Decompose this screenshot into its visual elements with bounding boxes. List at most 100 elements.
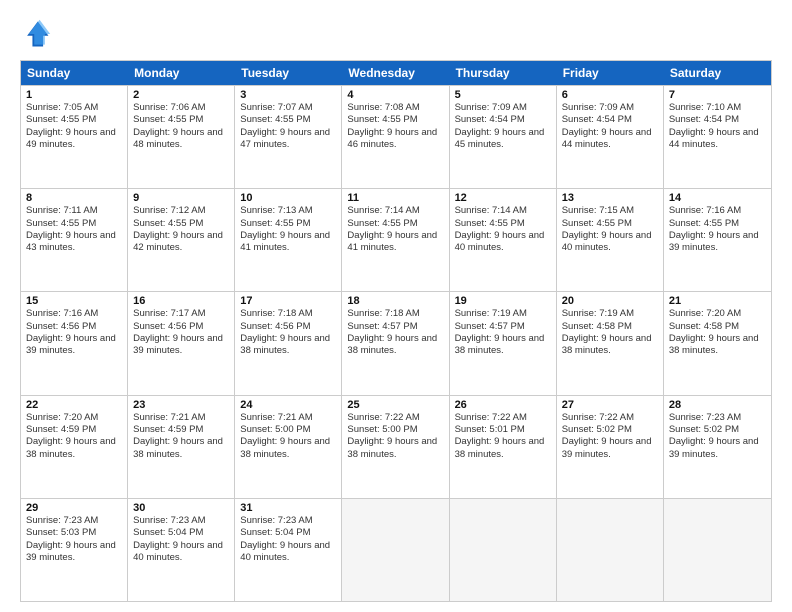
day-cell-29: 29 Sunrise: 7:23 AM Sunset: 5:03 PM Dayl… (21, 499, 128, 601)
sunset-line: Sunset: 5:01 PM (455, 424, 551, 436)
calendar-week-4: 22 Sunrise: 7:20 AM Sunset: 4:59 PM Dayl… (21, 395, 771, 498)
sunrise-line: Sunrise: 7:10 AM (669, 102, 766, 114)
daylight-line: Daylight: 9 hours and 38 minutes. (240, 333, 336, 358)
daylight-line: Daylight: 9 hours and 38 minutes. (240, 436, 336, 461)
daylight-line: Daylight: 9 hours and 44 minutes. (562, 127, 658, 152)
sunset-line: Sunset: 5:02 PM (562, 424, 658, 436)
sunset-line: Sunset: 4:55 PM (455, 218, 551, 230)
day-cell-22: 22 Sunrise: 7:20 AM Sunset: 4:59 PM Dayl… (21, 396, 128, 498)
day-number: 11 (347, 192, 443, 204)
day-cell-17: 17 Sunrise: 7:18 AM Sunset: 4:56 PM Dayl… (235, 292, 342, 394)
calendar-week-3: 15 Sunrise: 7:16 AM Sunset: 4:56 PM Dayl… (21, 291, 771, 394)
empty-cell (342, 499, 449, 601)
day-number: 9 (133, 192, 229, 204)
day-cell-8: 8 Sunrise: 7:11 AM Sunset: 4:55 PM Dayli… (21, 189, 128, 291)
sunrise-line: Sunrise: 7:21 AM (240, 412, 336, 424)
day-number: 4 (347, 89, 443, 101)
sunrise-line: Sunrise: 7:22 AM (455, 412, 551, 424)
header (20, 18, 772, 50)
daylight-line: Daylight: 9 hours and 48 minutes. (133, 127, 229, 152)
sunset-line: Sunset: 4:56 PM (133, 321, 229, 333)
day-number: 25 (347, 399, 443, 411)
day-number: 28 (669, 399, 766, 411)
sunset-line: Sunset: 4:58 PM (562, 321, 658, 333)
daylight-line: Daylight: 9 hours and 38 minutes. (455, 333, 551, 358)
sunrise-line: Sunrise: 7:07 AM (240, 102, 336, 114)
calendar-body: 1 Sunrise: 7:05 AM Sunset: 4:55 PM Dayli… (21, 85, 771, 601)
day-number: 8 (26, 192, 122, 204)
daylight-line: Daylight: 9 hours and 45 minutes. (455, 127, 551, 152)
empty-cell (557, 499, 664, 601)
daylight-line: Daylight: 9 hours and 38 minutes. (669, 333, 766, 358)
day-cell-1: 1 Sunrise: 7:05 AM Sunset: 4:55 PM Dayli… (21, 86, 128, 188)
logo-icon (20, 18, 52, 50)
sunrise-line: Sunrise: 7:13 AM (240, 205, 336, 217)
day-number: 2 (133, 89, 229, 101)
sunrise-line: Sunrise: 7:23 AM (240, 515, 336, 527)
sunrise-line: Sunrise: 7:08 AM (347, 102, 443, 114)
sunrise-line: Sunrise: 7:21 AM (133, 412, 229, 424)
daylight-line: Daylight: 9 hours and 39 minutes. (133, 333, 229, 358)
day-cell-20: 20 Sunrise: 7:19 AM Sunset: 4:58 PM Dayl… (557, 292, 664, 394)
daylight-line: Daylight: 9 hours and 38 minutes. (562, 333, 658, 358)
sunset-line: Sunset: 4:56 PM (26, 321, 122, 333)
sunset-line: Sunset: 5:00 PM (240, 424, 336, 436)
sunset-line: Sunset: 4:57 PM (347, 321, 443, 333)
day-cell-19: 19 Sunrise: 7:19 AM Sunset: 4:57 PM Dayl… (450, 292, 557, 394)
day-cell-9: 9 Sunrise: 7:12 AM Sunset: 4:55 PM Dayli… (128, 189, 235, 291)
day-header-saturday: Saturday (664, 61, 771, 85)
sunrise-line: Sunrise: 7:11 AM (26, 205, 122, 217)
day-cell-16: 16 Sunrise: 7:17 AM Sunset: 4:56 PM Dayl… (128, 292, 235, 394)
sunset-line: Sunset: 4:58 PM (669, 321, 766, 333)
daylight-line: Daylight: 9 hours and 46 minutes. (347, 127, 443, 152)
sunrise-line: Sunrise: 7:22 AM (347, 412, 443, 424)
sunrise-line: Sunrise: 7:20 AM (669, 308, 766, 320)
daylight-line: Daylight: 9 hours and 49 minutes. (26, 127, 122, 152)
sunset-line: Sunset: 5:03 PM (26, 527, 122, 539)
sunset-line: Sunset: 4:59 PM (26, 424, 122, 436)
day-number: 6 (562, 89, 658, 101)
day-number: 23 (133, 399, 229, 411)
daylight-line: Daylight: 9 hours and 39 minutes. (669, 436, 766, 461)
sunrise-line: Sunrise: 7:09 AM (455, 102, 551, 114)
sunset-line: Sunset: 5:02 PM (669, 424, 766, 436)
sunset-line: Sunset: 4:55 PM (347, 218, 443, 230)
sunset-line: Sunset: 4:54 PM (455, 114, 551, 126)
day-cell-6: 6 Sunrise: 7:09 AM Sunset: 4:54 PM Dayli… (557, 86, 664, 188)
day-header-monday: Monday (128, 61, 235, 85)
daylight-line: Daylight: 9 hours and 41 minutes. (347, 230, 443, 255)
day-header-friday: Friday (557, 61, 664, 85)
day-cell-28: 28 Sunrise: 7:23 AM Sunset: 5:02 PM Dayl… (664, 396, 771, 498)
daylight-line: Daylight: 9 hours and 41 minutes. (240, 230, 336, 255)
daylight-line: Daylight: 9 hours and 39 minutes. (26, 333, 122, 358)
sunrise-line: Sunrise: 7:23 AM (26, 515, 122, 527)
day-number: 12 (455, 192, 551, 204)
calendar-week-2: 8 Sunrise: 7:11 AM Sunset: 4:55 PM Dayli… (21, 188, 771, 291)
calendar-week-5: 29 Sunrise: 7:23 AM Sunset: 5:03 PM Dayl… (21, 498, 771, 601)
sunset-line: Sunset: 5:04 PM (133, 527, 229, 539)
sunrise-line: Sunrise: 7:19 AM (562, 308, 658, 320)
day-number: 13 (562, 192, 658, 204)
sunset-line: Sunset: 4:54 PM (562, 114, 658, 126)
day-number: 21 (669, 295, 766, 307)
daylight-line: Daylight: 9 hours and 39 minutes. (562, 436, 658, 461)
day-number: 7 (669, 89, 766, 101)
logo (20, 18, 56, 50)
day-cell-2: 2 Sunrise: 7:06 AM Sunset: 4:55 PM Dayli… (128, 86, 235, 188)
daylight-line: Daylight: 9 hours and 38 minutes. (347, 436, 443, 461)
sunset-line: Sunset: 4:55 PM (26, 218, 122, 230)
sunset-line: Sunset: 4:55 PM (240, 114, 336, 126)
day-cell-14: 14 Sunrise: 7:16 AM Sunset: 4:55 PM Dayl… (664, 189, 771, 291)
daylight-line: Daylight: 9 hours and 38 minutes. (133, 436, 229, 461)
daylight-line: Daylight: 9 hours and 38 minutes. (455, 436, 551, 461)
sunset-line: Sunset: 4:55 PM (133, 114, 229, 126)
day-cell-18: 18 Sunrise: 7:18 AM Sunset: 4:57 PM Dayl… (342, 292, 449, 394)
sunset-line: Sunset: 4:55 PM (347, 114, 443, 126)
day-cell-15: 15 Sunrise: 7:16 AM Sunset: 4:56 PM Dayl… (21, 292, 128, 394)
day-cell-12: 12 Sunrise: 7:14 AM Sunset: 4:55 PM Dayl… (450, 189, 557, 291)
day-cell-5: 5 Sunrise: 7:09 AM Sunset: 4:54 PM Dayli… (450, 86, 557, 188)
day-number: 3 (240, 89, 336, 101)
daylight-line: Daylight: 9 hours and 44 minutes. (669, 127, 766, 152)
sunrise-line: Sunrise: 7:20 AM (26, 412, 122, 424)
sunrise-line: Sunrise: 7:23 AM (669, 412, 766, 424)
